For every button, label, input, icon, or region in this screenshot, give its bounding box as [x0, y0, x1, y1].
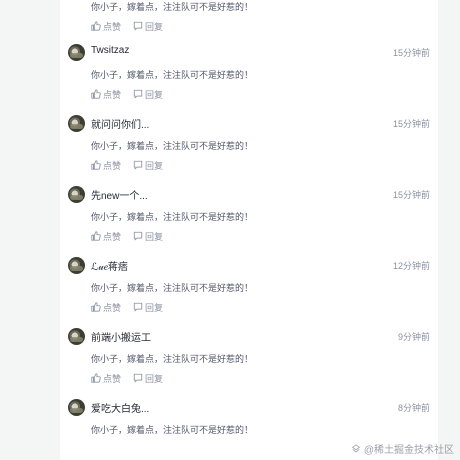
- comment-list: 你小子，嫁着点，注注队可不是好惹的！ 点赞 回复 Twsitzaz 15分钟前 …: [60, 0, 438, 460]
- thumbs-up-icon: [91, 231, 101, 241]
- comment-item: ℒ𝓊𝑒蒋痞 12分钟前 你小子，嫁着点，注注队可不是好惹的！ 点赞 回复: [60, 257, 438, 315]
- comment-content: 你小子，嫁着点，注注队可不是好惹的！: [91, 212, 254, 222]
- comment-time: 9分钟前: [397, 332, 430, 342]
- reply-button[interactable]: 回复: [133, 230, 163, 243]
- juejin-logo-icon: [351, 443, 360, 452]
- comment-item: 先new一个... 15分钟前 你小子，嫁着点，注注队可不是好惹的！ 点赞 回复: [60, 186, 438, 244]
- thumbs-up-icon: [91, 373, 101, 383]
- like-label: 点赞: [103, 231, 122, 242]
- comment-content: 你小子，嫁着点，注注队可不是好惹的！: [91, 425, 254, 435]
- comment-time: 15分钟前: [392, 48, 430, 58]
- comment-actions: 点赞 回复: [91, 301, 163, 313]
- username[interactable]: 爱吃大白兔...: [91, 400, 149, 415]
- avatar[interactable]: [68, 257, 85, 274]
- reply-button[interactable]: 回复: [133, 20, 163, 33]
- comment-actions: 点赞 回复: [91, 159, 163, 171]
- reply-label: 回复: [145, 160, 164, 171]
- comment-actions: 点赞 回复: [91, 230, 163, 242]
- like-button[interactable]: 点赞: [91, 159, 121, 172]
- comment-content: 你小子，嫁着点，注注队可不是好惹的！: [91, 2, 254, 12]
- like-button[interactable]: 点赞: [91, 88, 121, 101]
- comment-content: 你小子，嫁着点，注注队可不是好惹的！: [91, 283, 254, 293]
- comment-icon: [133, 231, 143, 241]
- thumbs-up-icon: [91, 21, 101, 31]
- comment-item: 就问问你们... 15分钟前 你小子，嫁着点，注注队可不是好惹的！ 点赞 回复: [60, 115, 438, 173]
- watermark-text: @稀土掘金技术社区: [363, 445, 454, 456]
- like-label: 点赞: [103, 89, 122, 100]
- comment-actions: 点赞 回复: [91, 372, 163, 384]
- reply-button[interactable]: 回复: [133, 159, 163, 172]
- like-button[interactable]: 点赞: [91, 230, 121, 243]
- thumbs-up-icon: [91, 160, 101, 170]
- username[interactable]: 就问问你们...: [91, 116, 149, 131]
- watermark: @稀土掘金技术社区: [351, 441, 454, 456]
- avatar[interactable]: [68, 328, 85, 345]
- comment-content: 你小子，嫁着点，注注队可不是好惹的！: [91, 141, 254, 151]
- reply-label: 回复: [145, 21, 164, 32]
- comment-content: 你小子，嫁着点，注注队可不是好惹的！: [91, 354, 254, 364]
- comment-actions: 点赞 回复: [91, 20, 163, 32]
- avatar[interactable]: [68, 399, 85, 416]
- reply-label: 回复: [145, 89, 164, 100]
- comment-icon: [133, 302, 143, 312]
- avatar[interactable]: [68, 186, 85, 203]
- like-label: 点赞: [103, 21, 122, 32]
- username[interactable]: 前端小搬运工: [91, 329, 151, 344]
- comment-item: Twsitzaz 15分钟前 你小子，嫁着点，注注队可不是好惹的！ 点赞 回复: [60, 44, 438, 102]
- username[interactable]: Twsitzaz: [91, 45, 129, 56]
- comment-item: 你小子，嫁着点，注注队可不是好惹的！ 点赞 回复: [60, 0, 438, 32]
- comment-icon: [133, 160, 143, 170]
- avatar[interactable]: [68, 44, 85, 61]
- like-label: 点赞: [103, 373, 122, 384]
- reply-button[interactable]: 回复: [133, 88, 163, 101]
- username[interactable]: 先new一个...: [91, 187, 148, 202]
- comment-icon: [133, 21, 143, 31]
- comment-time: 8分钟前: [397, 403, 430, 413]
- comment-actions: 点赞 回复: [91, 88, 163, 100]
- comment-time: 15分钟前: [392, 190, 430, 200]
- username[interactable]: ℒ𝓊𝑒蒋痞: [91, 258, 128, 273]
- reply-button[interactable]: 回复: [133, 301, 163, 314]
- like-label: 点赞: [103, 302, 122, 313]
- comment-time: 15分钟前: [392, 119, 430, 129]
- comment-item: 前端小搬运工 9分钟前 你小子，嫁着点，注注队可不是好惹的！ 点赞 回复: [60, 328, 438, 386]
- reply-label: 回复: [145, 302, 164, 313]
- comment-icon: [133, 373, 143, 383]
- reply-label: 回复: [145, 373, 164, 384]
- reply-label: 回复: [145, 231, 164, 242]
- comment-content: 你小子，嫁着点，注注队可不是好惹的！: [91, 70, 254, 80]
- reply-button[interactable]: 回复: [133, 372, 163, 385]
- avatar[interactable]: [68, 115, 85, 132]
- like-button[interactable]: 点赞: [91, 301, 121, 314]
- comment-time: 12分钟前: [392, 261, 430, 271]
- comment-icon: [133, 89, 143, 99]
- like-button[interactable]: 点赞: [91, 372, 121, 385]
- like-label: 点赞: [103, 160, 122, 171]
- thumbs-up-icon: [91, 302, 101, 312]
- like-button[interactable]: 点赞: [91, 20, 121, 33]
- thumbs-up-icon: [91, 89, 101, 99]
